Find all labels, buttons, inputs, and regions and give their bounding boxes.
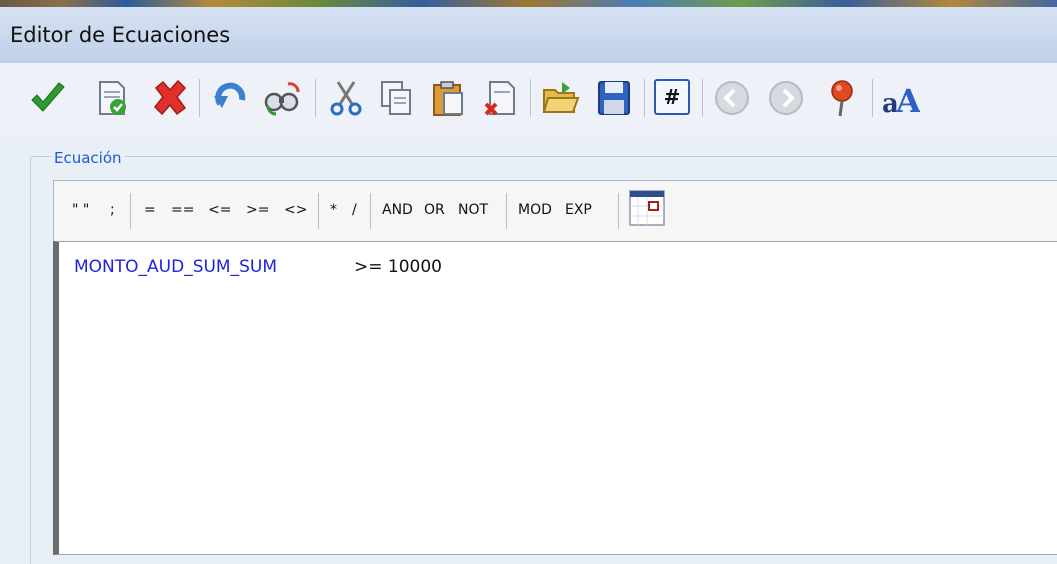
copy-icon[interactable] <box>376 78 416 118</box>
toolbar-separator <box>199 79 200 117</box>
multiply-button[interactable]: * <box>330 202 337 218</box>
toolbar-separator <box>872 79 873 117</box>
operator-separator <box>370 193 371 229</box>
calendar-icon[interactable] <box>629 190 665 226</box>
equation-editor-window: Editor de Ecuaciones # a A Ecuación " " … <box>0 0 1057 564</box>
operator-separator <box>318 193 319 229</box>
less-equal-button[interactable]: <= <box>208 202 231 218</box>
delete-x-icon[interactable] <box>150 78 190 118</box>
mod-button[interactable]: MOD <box>518 202 552 218</box>
toolbar-separator <box>702 79 703 117</box>
comparison-text: >= 10000 <box>354 257 442 277</box>
or-button[interactable]: OR <box>424 202 445 218</box>
title-bar: Editor de Ecuaciones <box>0 7 1057 63</box>
toolbar-separator <box>644 79 645 117</box>
greater-equal-button[interactable]: >= <box>246 202 269 218</box>
exp-button[interactable]: EXP <box>565 202 592 218</box>
operator-separator <box>618 193 619 229</box>
equals-button[interactable]: = <box>144 202 156 218</box>
svg-text:A: A <box>895 82 920 118</box>
paste-icon[interactable] <box>428 78 468 118</box>
find-replace-icon[interactable] <box>262 78 302 118</box>
check-icon[interactable] <box>28 78 68 118</box>
forward-icon[interactable] <box>766 78 806 118</box>
operator-toolbar: " " ; = == <= >= <> * / AND OR NOT MOD E… <box>53 180 1057 241</box>
font-icon[interactable]: a A <box>880 78 920 118</box>
double-equals-button[interactable]: == <box>171 202 194 218</box>
toolbar-separator <box>315 79 316 117</box>
hash-icon[interactable]: # <box>654 79 690 115</box>
pin-icon[interactable] <box>822 78 862 118</box>
semicolon-button[interactable]: ; <box>110 202 115 218</box>
window-title: Editor de Ecuaciones <box>10 23 231 47</box>
quotes-button[interactable]: " " <box>72 202 89 218</box>
undo-icon[interactable] <box>210 78 250 118</box>
delete-document-icon[interactable] <box>480 78 520 118</box>
equation-text-area[interactable]: MONTO_AUD_SUM_SUM >= 10000 <box>53 241 1057 555</box>
equation-legend: Ecuación <box>51 149 125 167</box>
back-icon[interactable] <box>712 78 752 118</box>
toolbar-separator <box>530 79 531 117</box>
not-equal-button[interactable]: <> <box>284 202 307 218</box>
save-icon[interactable] <box>594 78 634 118</box>
divide-button[interactable]: / <box>352 202 357 218</box>
open-folder-icon[interactable] <box>540 78 580 118</box>
and-button[interactable]: AND <box>382 202 413 218</box>
field-token: MONTO_AUD_SUM_SUM <box>74 257 277 277</box>
not-button[interactable]: NOT <box>458 202 488 218</box>
operator-separator <box>130 193 131 229</box>
scissors-icon[interactable] <box>326 78 366 118</box>
validate-document-icon[interactable] <box>92 78 132 118</box>
operator-separator <box>506 193 507 229</box>
top-border-strip <box>0 0 1057 7</box>
main-toolbar: # a A <box>0 63 1057 135</box>
